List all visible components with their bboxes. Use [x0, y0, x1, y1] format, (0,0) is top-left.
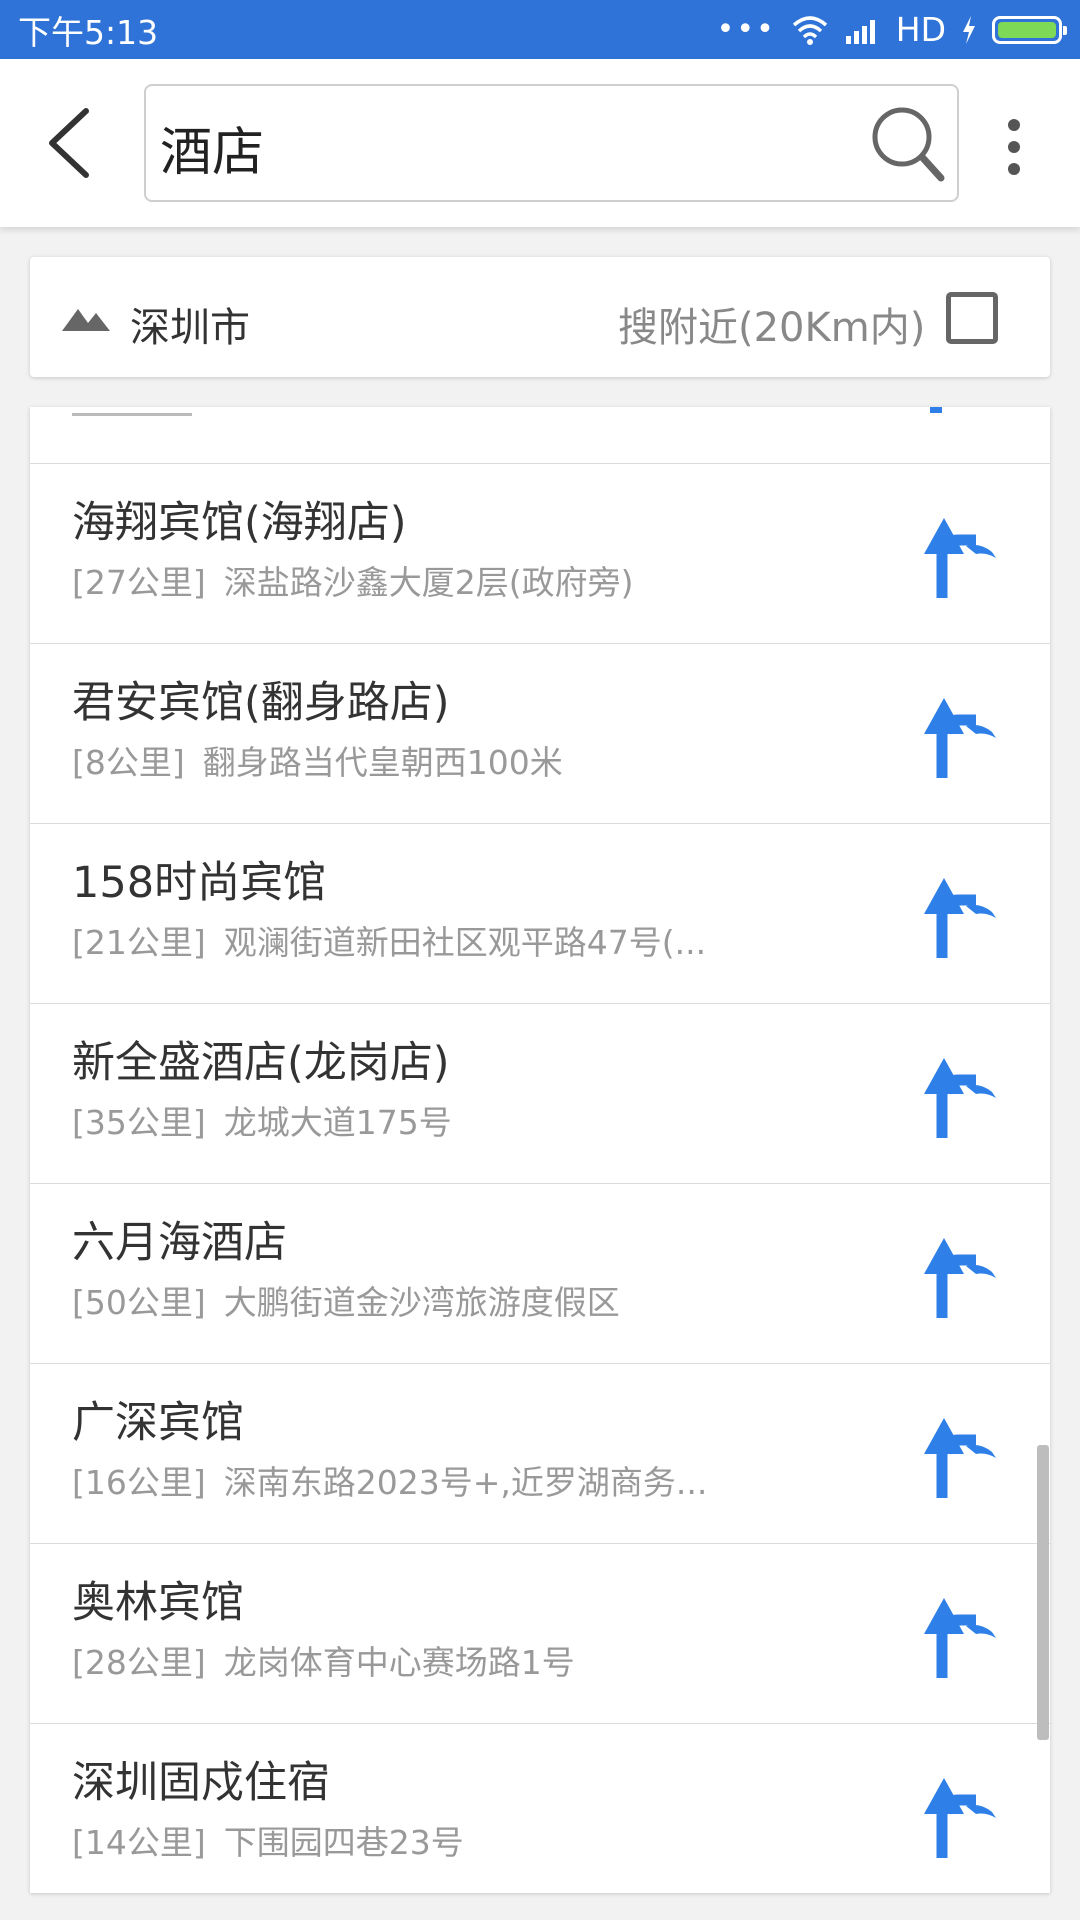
status-bar: 下午5:13 ••• HD: [0, 0, 1080, 59]
charging-icon: [963, 15, 975, 44]
city-selector[interactable]: 深圳市: [130, 295, 250, 353]
navigate-icon[interactable]: [910, 872, 1006, 958]
hotel-address: 观澜街道新田社区观平路47号(...: [223, 923, 707, 962]
hotel-distance: [35公里]: [72, 1103, 206, 1142]
hotel-info: [8公里] 翻身路当代皇朝西100米: [72, 736, 563, 784]
result-items: 海翔宾馆(海翔店) [27公里] 深盐路沙鑫大厦2层(政府旁) 君安宾馆(翻身路店…: [30, 464, 1050, 1893]
hotel-name: 君安宾馆(翻身路店): [72, 678, 450, 728]
navigate-icon[interactable]: [910, 692, 1006, 778]
hotel-info: [21公里] 观澜街道新田社区观平路47号(...: [72, 916, 706, 964]
list-item[interactable]: 奥林宾馆 [28公里] 龙岗体育中心赛场路1号: [30, 1544, 1050, 1724]
hotel-name: 海翔宾馆(海翔店): [72, 498, 407, 548]
hotel-name: 六月海酒店: [72, 1218, 287, 1268]
mountain-icon: [62, 309, 110, 331]
hotel-address: 下围园四巷23号: [223, 1823, 464, 1862]
more-options-icon[interactable]: [1000, 119, 1028, 175]
hotel-address: 翻身路当代皇朝西100米: [202, 743, 563, 782]
hotel-info: [50公里] 大鹏街道金沙湾旅游度假区: [72, 1276, 620, 1324]
navigate-icon[interactable]: [910, 1592, 1006, 1678]
hotel-address: 深盐路沙鑫大厦2层(政府旁): [223, 563, 634, 602]
hotel-info: [27公里] 深盐路沙鑫大厦2层(政府旁): [72, 556, 634, 604]
hotel-info: [14公里] 下围园四巷23号: [72, 1816, 464, 1864]
more-notifications-icon: •••: [716, 11, 776, 47]
nearby-search-label[interactable]: 搜附近(20Km内): [618, 295, 925, 353]
network-type-label: HD: [895, 10, 946, 49]
hotel-address: 大鹏街道金沙湾旅游度假区: [223, 1283, 620, 1322]
list-item[interactable]: 158时尚宾馆 [21公里] 观澜街道新田社区观平路47号(...: [30, 824, 1050, 1004]
search-icon[interactable]: [869, 104, 945, 184]
navigate-icon[interactable]: [910, 1412, 1006, 1498]
hotel-name: 深圳固戍住宿: [72, 1758, 330, 1808]
nearby-checkbox[interactable]: [946, 292, 998, 344]
hotel-name: 奥林宾馆: [72, 1578, 244, 1628]
hotel-name: 广深宾馆: [72, 1398, 244, 1448]
hotel-address: 深南东路2023号+,近罗湖商务...: [223, 1463, 708, 1502]
hotel-distance: [14公里]: [72, 1823, 206, 1862]
hotel-distance: [50公里]: [72, 1283, 206, 1322]
search-input[interactable]: 酒店: [144, 84, 959, 202]
list-item[interactable]: 广深宾馆 [16公里] 深南东路2023号+,近罗湖商务...: [30, 1364, 1050, 1544]
battery-icon: [992, 15, 1067, 44]
list-item[interactable]: 君安宾馆(翻身路店) [8公里] 翻身路当代皇朝西100米: [30, 644, 1050, 824]
top-app-bar: 酒店: [0, 59, 1080, 227]
navigate-icon[interactable]: [910, 1232, 1006, 1318]
navigate-icon[interactable]: [910, 512, 1006, 598]
hotel-address: 龙城大道175号: [223, 1103, 452, 1142]
hotel-name: 158时尚宾馆: [72, 858, 327, 908]
list-item[interactable]: 新全盛酒店(龙岗店) [35公里] 龙城大道175号: [30, 1004, 1050, 1184]
status-icons: ••• HD: [716, 10, 1067, 49]
back-icon[interactable]: [40, 105, 104, 181]
hotel-info: [28公里] 龙岗体育中心赛场路1号: [72, 1636, 575, 1684]
filter-bar: 深圳市 搜附近(20Km内): [30, 257, 1050, 377]
hotel-name: 新全盛酒店(龙岗店): [72, 1038, 450, 1088]
list-item[interactable]: 深圳固戍住宿 [14公里] 下围园四巷23号: [30, 1724, 1050, 1893]
hotel-distance: [8公里]: [72, 743, 185, 782]
hotel-distance: [27公里]: [72, 563, 206, 602]
wifi-icon: [792, 15, 827, 45]
hotel-distance: [28公里]: [72, 1643, 206, 1682]
hotel-info: [16公里] 深南东路2023号+,近罗湖商务...: [72, 1456, 707, 1504]
battery-level: [998, 21, 1056, 38]
hotel-info: [35公里] 龙城大道175号: [72, 1096, 452, 1144]
navigate-icon[interactable]: [910, 1772, 1006, 1858]
results-list: 海翔宾馆(海翔店) [27公里] 深盐路沙鑫大厦2层(政府旁) 君安宾馆(翻身路店…: [30, 407, 1050, 1893]
signal-icon: [845, 19, 875, 44]
hotel-distance: [21公里]: [72, 923, 206, 962]
list-item[interactable]: 六月海酒店 [50公里] 大鹏街道金沙湾旅游度假区: [30, 1184, 1050, 1364]
list-item[interactable]: 海翔宾馆(海翔店) [27公里] 深盐路沙鑫大厦2层(政府旁): [30, 464, 1050, 644]
scrollbar[interactable]: [1037, 1445, 1049, 1740]
status-time: 下午5:13: [18, 12, 159, 52]
hotel-address: 龙岗体育中心赛场路1号: [223, 1643, 575, 1682]
list-item-partial[interactable]: [30, 407, 1050, 464]
search-query[interactable]: 酒店: [160, 110, 264, 185]
navigate-icon[interactable]: [910, 1052, 1006, 1138]
hotel-distance: [16公里]: [72, 1463, 206, 1502]
